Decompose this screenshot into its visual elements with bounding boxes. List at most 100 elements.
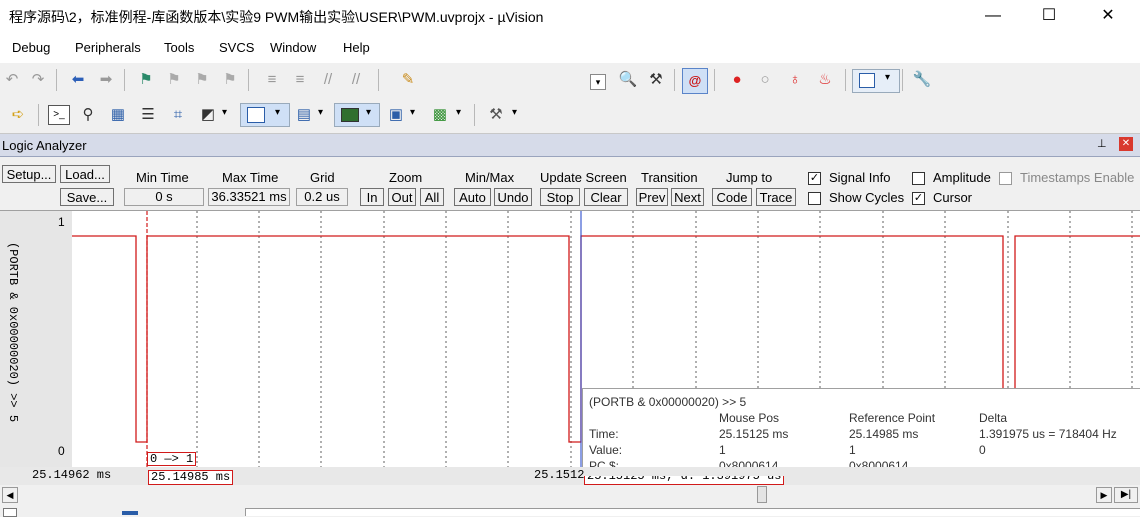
scroll-right-arrow-icon[interactable]: ▶: [1096, 487, 1112, 503]
menu-debug[interactable]: Debug: [12, 40, 50, 55]
signal-name-label[interactable]: (PORTB & 0x00000020) >> 5: [6, 237, 20, 427]
uncomment-icon[interactable]: //: [346, 70, 366, 90]
jump-code-button[interactable]: Code: [712, 188, 752, 206]
reference-time-label: 25.14985 ms: [148, 470, 234, 485]
pin-icon[interactable]: ⊥: [1097, 137, 1107, 150]
jump-to-label: Jump to: [726, 170, 773, 185]
dropdown-chevron-icon[interactable]: ▾: [222, 107, 227, 118]
watch-window-icon[interactable]: ◩: [198, 105, 218, 125]
disassembly-window-icon[interactable]: ⚲: [78, 105, 98, 125]
zoom-all-button[interactable]: All: [420, 188, 444, 206]
signal-info-checkbox[interactable]: ✓: [808, 172, 821, 185]
show-cycles-checkbox[interactable]: [808, 192, 821, 205]
load-button[interactable]: Load...: [60, 165, 110, 183]
navigate-back-icon[interactable]: ⬅: [68, 70, 88, 90]
undo-icon[interactable]: ↶: [2, 70, 22, 90]
signal-info-label: Signal Info: [829, 170, 891, 185]
comment-icon[interactable]: //: [318, 70, 338, 90]
replace-icon[interactable]: ⚒: [646, 70, 666, 90]
menu-window[interactable]: Window: [270, 40, 316, 55]
dropdown-chevron-icon[interactable]: ▾: [318, 107, 323, 118]
info-delta-value: 0: [979, 443, 986, 457]
y-low-label: 0: [58, 444, 65, 458]
next-bookmark-icon[interactable]: ⚑: [192, 70, 212, 90]
transition-label: Transition: [641, 170, 698, 185]
update-clear-button[interactable]: Clear: [584, 188, 628, 206]
update-screen-label: Update Screen: [540, 170, 627, 185]
amplitude-checkbox[interactable]: [912, 172, 925, 185]
scroll-left-arrow-icon[interactable]: ◀: [2, 487, 18, 503]
close-icon[interactable]: ✕: [1119, 137, 1133, 151]
toolbar-separator: [248, 69, 249, 91]
breakpoint-disable-all-icon[interactable]: ♁: [785, 70, 805, 90]
min-time-label: Min Time: [136, 170, 189, 185]
breakpoint-enable-icon[interactable]: ○: [755, 70, 775, 90]
configure-icon[interactable]: 🔧: [912, 70, 932, 90]
navigate-forward-icon[interactable]: ➡: [96, 70, 116, 90]
toolbar-separator: [378, 69, 379, 91]
dropdown-chevron-icon[interactable]: ▾: [512, 107, 517, 118]
clear-bookmarks-icon[interactable]: ⚑: [220, 70, 240, 90]
redo-icon[interactable]: ↷: [28, 70, 48, 90]
menu-peripherals[interactable]: Peripherals: [75, 40, 141, 55]
info-row-value: Value:: [589, 443, 623, 457]
run-to-cursor-icon[interactable]: ➪: [8, 105, 28, 125]
dropdown-chevron-icon[interactable]: ▾: [410, 107, 415, 118]
memory-window-icon: [247, 107, 265, 123]
toolbar-separator: [124, 69, 125, 91]
jump-trace-button[interactable]: Trace: [756, 188, 796, 206]
horizontal-scrollbar[interactable]: ◀ ▶ ▶|: [0, 485, 1140, 503]
prev-bookmark-icon[interactable]: ⚑: [164, 70, 184, 90]
trace-window-icon[interactable]: ▣: [386, 105, 406, 125]
dropdown-chevron-icon[interactable]: ▾: [590, 74, 606, 90]
debug-session-icon[interactable]: @: [682, 68, 708, 94]
indent-icon[interactable]: ≡: [262, 70, 282, 90]
cursor-label: Cursor: [933, 190, 973, 205]
menu-svcs[interactable]: SVCS: [219, 40, 254, 55]
scroll-to-end-icon[interactable]: ▶|: [1114, 487, 1138, 503]
save-button[interactable]: Save...: [60, 188, 114, 206]
minmax-auto-button[interactable]: Auto: [454, 188, 491, 206]
bookmark-icon[interactable]: ⚑: [136, 70, 156, 90]
cursor-time-label: 25.15125 ms, d: 1.391975 us: [584, 476, 785, 485]
maximize-button[interactable]: ☐: [1026, 0, 1072, 32]
find-in-files-icon[interactable]: ✎: [398, 70, 418, 90]
menu-bar: Debug Peripherals Tools SVCS Window Help: [0, 34, 1140, 64]
toolbox-icon[interactable]: ⚒: [486, 105, 506, 125]
transition-next-button[interactable]: Next: [671, 188, 704, 206]
command-window-icon[interactable]: >_: [48, 105, 70, 125]
panel-tab-icon: [122, 511, 138, 515]
dropdown-chevron-icon[interactable]: ▾: [456, 107, 461, 118]
zoom-in-button[interactable]: In: [360, 188, 384, 206]
minmax-undo-button[interactable]: Undo: [494, 188, 532, 206]
cursor-checkbox[interactable]: ✓: [912, 192, 925, 205]
dropdown-chevron-icon: ▾: [275, 107, 281, 118]
update-stop-button[interactable]: Stop: [540, 188, 580, 206]
minimize-button[interactable]: —: [970, 0, 1016, 32]
find-icon[interactable]: 🔍: [618, 70, 638, 90]
panel-icon: [3, 508, 17, 517]
call-stack-window-icon[interactable]: ⌗: [168, 105, 188, 125]
registers-window-icon[interactable]: ☰: [138, 105, 158, 125]
breakpoint-insert-icon[interactable]: ●: [727, 70, 747, 90]
title-bar: 程序源码\2，标准例程-库函数版本\实验9 PWM输出实验\USER\PWM.u…: [0, 0, 1140, 34]
unindent-icon[interactable]: ≡: [290, 70, 310, 90]
transition-prev-button[interactable]: Prev: [636, 188, 668, 206]
system-viewer-icon[interactable]: ▩: [430, 105, 450, 125]
breakpoint-kill-all-icon[interactable]: ♨: [815, 70, 835, 90]
bottom-panel-strip: [0, 503, 1140, 517]
menu-tools[interactable]: Tools: [164, 40, 194, 55]
symbols-window-icon[interactable]: ▦: [108, 105, 128, 125]
scroll-thumb[interactable]: [757, 486, 767, 503]
zoom-out-button[interactable]: Out: [388, 188, 416, 206]
setup-button[interactable]: Setup...: [2, 165, 56, 183]
analysis-window-dropdown[interactable]: ▾: [334, 103, 380, 127]
close-button[interactable]: ✕: [1085, 0, 1131, 32]
memory-window-dropdown[interactable]: ▾: [240, 103, 290, 127]
max-time-label: Max Time: [222, 170, 279, 185]
menu-help[interactable]: Help: [343, 40, 370, 55]
timestamps-checkbox[interactable]: [999, 172, 1012, 185]
serial-window-icon[interactable]: ▤: [294, 105, 314, 125]
window-layout-dropdown[interactable]: ▾: [852, 69, 900, 93]
grid-label: Grid: [310, 170, 335, 185]
